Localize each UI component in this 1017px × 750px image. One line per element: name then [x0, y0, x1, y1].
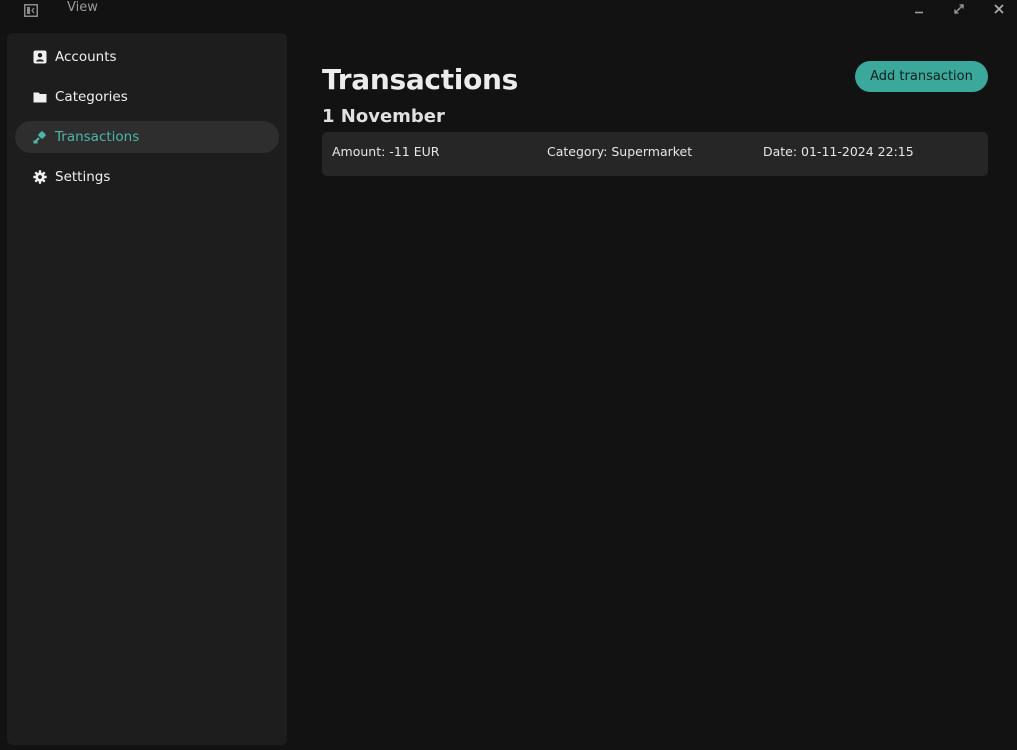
maximize-icon[interactable]: [952, 2, 966, 16]
contact-card-icon: [33, 50, 47, 64]
sidebar-item-categories[interactable]: Categories: [15, 81, 279, 113]
add-transaction-button[interactable]: Add transaction: [855, 61, 988, 92]
transaction-row[interactable]: Amount: -11 EUR Category: Supermarket Da…: [322, 132, 988, 176]
app-window: View Accounts Categories Transactions Se…: [0, 0, 1017, 750]
sidebar-item-transactions[interactable]: Transactions: [15, 121, 279, 153]
page-title: Transactions: [322, 63, 519, 96]
sidebar: Accounts Categories Transactions Setting…: [7, 33, 287, 745]
gear-icon: [33, 170, 47, 184]
folder-icon: [33, 90, 47, 104]
transaction-date: Date: 01-11-2024 22:15: [763, 144, 914, 159]
sidebar-item-label: Categories: [55, 89, 128, 105]
sidebar-item-label: Transactions: [55, 129, 140, 145]
transaction-amount: Amount: -11 EUR: [332, 144, 440, 159]
menu-view[interactable]: View: [67, 0, 98, 16]
sidebar-item-label: Accounts: [55, 49, 117, 65]
titlebar: View: [0, 0, 1017, 20]
sidebar-item-settings[interactable]: Settings: [15, 161, 279, 193]
sidebar-item-accounts[interactable]: Accounts: [15, 41, 279, 73]
transaction-category: Category: Supermarket: [547, 144, 693, 159]
minimize-icon[interactable]: [912, 2, 926, 16]
sidebar-toggle-icon[interactable]: [24, 2, 38, 17]
group-heading: 1 November: [322, 106, 445, 127]
sidebar-item-label: Settings: [55, 169, 111, 185]
transactions-icon: [33, 130, 47, 144]
close-icon[interactable]: [992, 2, 1006, 16]
